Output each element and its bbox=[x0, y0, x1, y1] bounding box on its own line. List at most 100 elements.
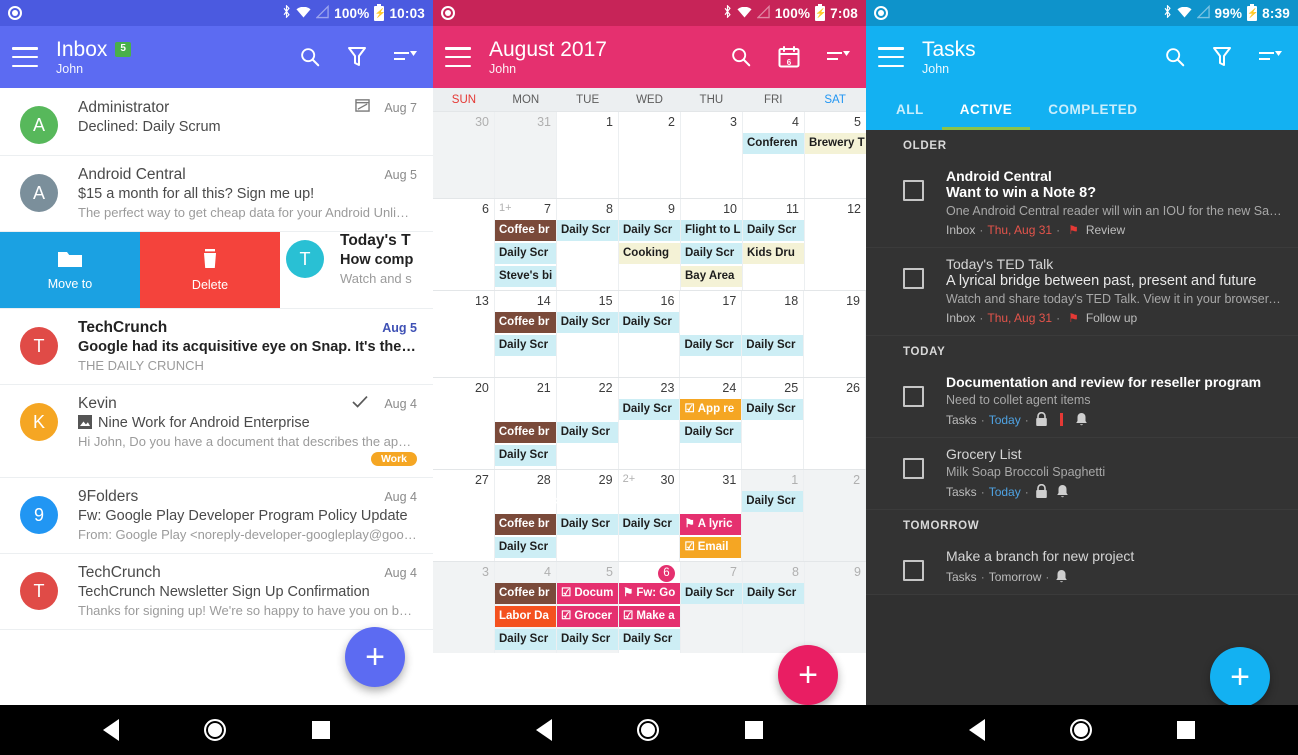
calendar-event[interactable]: ⚑ A lyric bbox=[680, 514, 742, 535]
calendar-event[interactable]: Conferen bbox=[743, 133, 804, 154]
calendar-multiday-event[interactable]: Conference bbox=[495, 491, 742, 512]
calendar-day-cell[interactable]: 3 bbox=[433, 562, 495, 653]
calendar-event[interactable]: Daily Scr bbox=[557, 220, 618, 241]
menu-icon[interactable] bbox=[878, 47, 904, 67]
calendar-day-cell[interactable]: 8 Daily Scr bbox=[557, 199, 619, 290]
calendar-day-cell[interactable]: 2 bbox=[804, 470, 866, 561]
calendar-day-cell[interactable]: 18 Daily Scr bbox=[742, 291, 805, 377]
calendar-day-cell[interactable]: 30 bbox=[433, 112, 495, 198]
task-checkbox[interactable] bbox=[903, 386, 924, 407]
swipe-action-row[interactable]: Move to Delete T Today's T How comp Watc… bbox=[0, 232, 433, 309]
calendar-event[interactable]: Daily Scr bbox=[680, 422, 742, 443]
calendar-event[interactable]: Flight to L bbox=[681, 220, 742, 241]
calendar-day-cell[interactable]: 1 bbox=[557, 112, 619, 198]
menu-icon[interactable] bbox=[445, 47, 471, 67]
sort-icon[interactable] bbox=[1258, 48, 1282, 66]
task-checkbox[interactable] bbox=[903, 458, 924, 479]
list-item[interactable]: K Kevin Aug 4 Nine Work for Android Ente… bbox=[0, 385, 433, 478]
calendar-day-cell[interactable]: 2+ 30 Daily Scr bbox=[618, 470, 681, 561]
calendar-day-cell[interactable]: 21 Coffee br Daily Scr bbox=[494, 378, 557, 469]
calendar-event[interactable]: Coffee br bbox=[494, 422, 556, 443]
calendar-day-cell[interactable]: 20 bbox=[433, 378, 495, 469]
list-item[interactable]: T TechCrunch Aug 4 TechCrunch Newsletter… bbox=[0, 554, 433, 630]
back-icon[interactable] bbox=[102, 719, 119, 741]
task-checkbox[interactable] bbox=[903, 560, 924, 581]
calendar-event[interactable]: Coffee br bbox=[494, 514, 556, 535]
swipe-underlying-mail[interactable]: T Today's T How comp Watch and s bbox=[280, 232, 433, 308]
calendar-event[interactable]: Daily Scr bbox=[557, 629, 618, 650]
calendar-day-cell[interactable]: 4 Coffee br Labor Da Daily Scr bbox=[495, 562, 557, 653]
calendar-event[interactable]: Daily Scr bbox=[743, 583, 804, 604]
task-list-item[interactable]: Android Central Want to win a Note 8? One … bbox=[866, 160, 1298, 248]
filter-icon[interactable] bbox=[347, 46, 367, 68]
filter-icon[interactable] bbox=[1212, 46, 1232, 68]
calendar-day-cell[interactable]: 9 Daily Scr Cooking bbox=[619, 199, 681, 290]
list-item[interactable]: A Android Central Aug 5 $15 a month for … bbox=[0, 156, 433, 232]
calendar-event[interactable]: Bay Area bbox=[681, 266, 742, 287]
calendar-event[interactable]: Daily Scr bbox=[681, 583, 742, 604]
home-icon[interactable] bbox=[204, 719, 227, 741]
calendar-day-cell[interactable]: 6 ⚑ Fw: Go ☑ Make a Daily Scr bbox=[619, 562, 681, 653]
menu-icon[interactable] bbox=[12, 47, 38, 67]
calendar-event[interactable]: Daily Scr bbox=[618, 399, 680, 420]
calendar-day-cell[interactable]: 5 Brewery T bbox=[805, 112, 866, 198]
calendar-month-grid[interactable]: 30 31 1 2 3 4 Conferen 5 Brewery T 6 1+ 7 Coffee br D… bbox=[433, 111, 866, 653]
calendar-day-cell[interactable]: 22 Daily Scr bbox=[556, 378, 619, 469]
search-icon[interactable] bbox=[299, 46, 321, 68]
recents-icon[interactable] bbox=[745, 721, 764, 739]
calendar-event[interactable]: Daily Scr bbox=[743, 220, 804, 241]
calendar-day-cell[interactable]: 8 Daily Scr bbox=[743, 562, 805, 653]
calendar-event[interactable]: Daily Scr bbox=[742, 335, 804, 356]
search-icon[interactable] bbox=[730, 46, 752, 68]
calendar-day-cell[interactable]: 11 Daily Scr Kids Dru bbox=[743, 199, 805, 290]
compose-fab[interactable]: + bbox=[345, 627, 405, 687]
calendar-day-cell[interactable]: 2 bbox=[619, 112, 681, 198]
calendar-day-cell[interactable]: 6 bbox=[433, 199, 495, 290]
tab-completed[interactable]: COMPLETED bbox=[1030, 88, 1155, 130]
calendar-event[interactable]: Coffee br bbox=[494, 312, 556, 333]
today-calendar-icon[interactable]: 6 bbox=[778, 46, 800, 68]
calendar-day-cell[interactable]: 13 bbox=[433, 291, 495, 377]
calendar-day-cell[interactable]: 3 bbox=[681, 112, 743, 198]
calendar-event[interactable]: Labor Da bbox=[495, 606, 556, 627]
calendar-event[interactable]: Daily Scr bbox=[618, 514, 680, 535]
calendar-day-cell[interactable]: 27 bbox=[433, 470, 495, 561]
home-icon[interactable] bbox=[637, 719, 660, 741]
delete-action[interactable]: Delete bbox=[140, 232, 280, 308]
calendar-day-cell[interactable]: 12 bbox=[805, 199, 866, 290]
home-icon[interactable] bbox=[1069, 719, 1092, 741]
task-list-item[interactable]: Today's TED Talk A lyrical bridge between… bbox=[866, 248, 1298, 336]
list-item[interactable]: 9 9Folders Aug 4 Fw: Google Play Develop… bbox=[0, 478, 433, 554]
calendar-day-cell[interactable]: 17 Daily Scr bbox=[680, 291, 743, 377]
calendar-event[interactable]: Daily Scr bbox=[556, 422, 618, 443]
tab-all[interactable]: ALL bbox=[878, 88, 942, 130]
calendar-event[interactable]: Daily Scr bbox=[494, 445, 556, 466]
calendar-day-cell[interactable]: 9 bbox=[805, 562, 866, 653]
calendar-day-cell[interactable]: 24 ☑ App re Daily Scr bbox=[680, 378, 743, 469]
calendar-event[interactable]: Daily Scr bbox=[680, 335, 742, 356]
calendar-event[interactable]: Cooking bbox=[619, 243, 680, 264]
calendar-day-cell[interactable]: 19 bbox=[804, 291, 866, 377]
calendar-day-cell[interactable]: 7 Daily Scr bbox=[681, 562, 743, 653]
task-checkbox[interactable] bbox=[903, 268, 924, 289]
sort-icon[interactable] bbox=[826, 48, 850, 66]
calendar-day-cell[interactable]: 16 Daily Scr bbox=[618, 291, 681, 377]
task-list-item[interactable]: Grocery List Milk Soap Broccoli Spaghetti… bbox=[866, 438, 1298, 510]
calendar-event[interactable]: ☑ Email bbox=[680, 537, 742, 558]
calendar-day-cell[interactable]: 26 bbox=[804, 378, 866, 469]
calendar-day-cell[interactable]: 31 bbox=[495, 112, 557, 198]
calendar-event[interactable]: Daily Scr bbox=[742, 491, 804, 512]
calendar-event[interactable]: ☑ Docum bbox=[557, 583, 618, 604]
calendar-event[interactable]: ⚑ Fw: Go bbox=[619, 583, 680, 604]
list-item[interactable]: T TechCrunch Aug 5 Google had its acquis… bbox=[0, 309, 433, 385]
calendar-event[interactable]: Daily Scr bbox=[742, 399, 804, 420]
calendar-event[interactable]: ☑ Grocer bbox=[557, 606, 618, 627]
calendar-day-cell[interactable]: 10 Flight to L Daily Scr Bay Area bbox=[681, 199, 743, 290]
calendar-event[interactable]: Brewery T bbox=[805, 133, 866, 154]
sort-icon[interactable] bbox=[393, 48, 417, 66]
task-checkbox[interactable] bbox=[903, 180, 924, 201]
calendar-multiday-event[interactable]: Vacation bbox=[433, 399, 619, 420]
calendar-day-cell[interactable]: 28 Coffee br Daily Scr bbox=[494, 470, 557, 561]
calendar-day-cell[interactable]: 4 Conferen bbox=[743, 112, 805, 198]
add-event-fab[interactable]: + bbox=[778, 645, 838, 705]
